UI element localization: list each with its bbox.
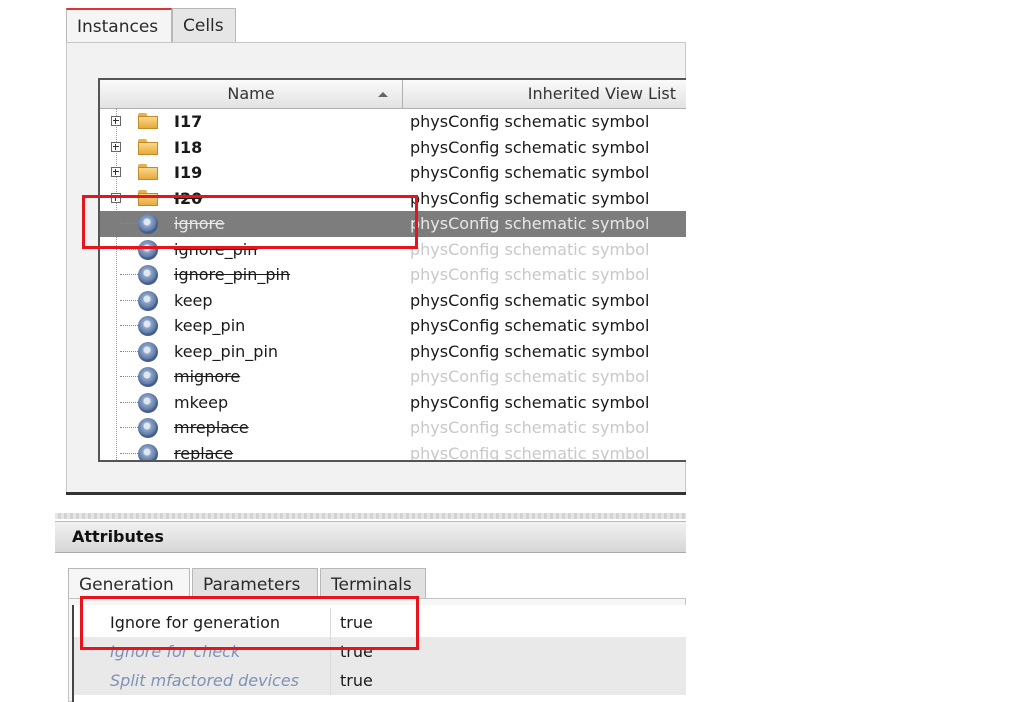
attributes-title: Attributes xyxy=(72,527,164,546)
column-header-name[interactable]: Name xyxy=(100,80,403,108)
tree-branch-line xyxy=(120,376,138,377)
highlight-box-ignore-row xyxy=(82,195,418,249)
table-row[interactable]: mignore physConfig schematic symbol xyxy=(100,364,686,390)
attribute-value[interactable]: true xyxy=(340,666,373,695)
inherited-view-list-cell: physConfig schematic symbol xyxy=(410,265,650,284)
panel-divider xyxy=(66,492,686,495)
inherited-view-list-cell: physConfig schematic symbol xyxy=(410,214,650,233)
column-header-name-label: Name xyxy=(227,84,275,103)
instance-icon xyxy=(138,418,158,438)
instance-name: mkeep xyxy=(174,392,229,412)
tree-branch-line xyxy=(120,401,138,403)
attribute-row[interactable]: Split mfactored devices true xyxy=(74,666,686,695)
column-divider xyxy=(330,666,331,695)
inherited-view-list-cell: physConfig schematic symbol xyxy=(410,163,650,182)
table-row[interactable]: ignore_pin_pin physConfig schematic symbo… xyxy=(100,262,686,288)
column-header-inherited-view-list[interactable]: Inherited View List xyxy=(528,80,676,108)
tree-branch-line xyxy=(120,452,138,454)
instance-name: keep xyxy=(174,290,213,310)
splitter-handle[interactable] xyxy=(55,513,686,519)
table-row[interactable]: keep physConfig schematic symbol xyxy=(100,288,686,314)
inherited-view-list-cell: physConfig schematic symbol xyxy=(410,290,650,310)
expand-plus-icon[interactable] xyxy=(111,141,121,152)
inherited-view-list-cell: physConfig schematic symbol xyxy=(410,188,650,208)
instance-name: mreplace xyxy=(174,418,249,437)
instance-name: keep_pin_pin xyxy=(174,341,279,361)
tab-cells[interactable]: Cells xyxy=(172,8,236,42)
instance-name: mignore xyxy=(174,367,241,386)
highlight-box-ignore-generation xyxy=(80,596,419,650)
sort-ascending-icon xyxy=(378,92,388,97)
instance-tree-table[interactable]: Name Inherited View List I17 physConfig s… xyxy=(98,78,686,462)
instance-icon xyxy=(138,367,158,387)
tree-branch-line xyxy=(120,325,138,326)
table-row[interactable]: mreplace physConfig schematic symbol xyxy=(100,415,686,441)
table-header: Name Inherited View List xyxy=(100,80,686,109)
instance-name: keep_pin xyxy=(174,316,246,335)
table-row[interactable]: replace physConfig schematic symbol xyxy=(100,441,686,462)
attributes-header: Attributes xyxy=(55,521,686,553)
instance-icon xyxy=(138,341,158,362)
inherited-view-list-cell: physConfig schematic symbol xyxy=(410,112,650,131)
inherited-view-list-cell: physConfig schematic symbol xyxy=(410,443,650,462)
instance-icon xyxy=(138,443,158,460)
tree-branch-line xyxy=(120,427,138,428)
expand-plus-icon[interactable] xyxy=(111,167,121,177)
instance-icon xyxy=(138,265,158,285)
table-row[interactable]: I18 physConfig schematic symbol xyxy=(100,135,686,161)
instance-icon xyxy=(138,290,158,311)
folder-icon xyxy=(138,164,158,180)
instance-name: I19 xyxy=(174,163,203,182)
table-row[interactable]: I19 physConfig schematic symbol xyxy=(100,160,686,186)
inherited-view-list-cell: physConfig schematic symbol xyxy=(410,367,650,386)
expand-plus-icon[interactable] xyxy=(111,116,121,126)
table-row[interactable]: keep_pin physConfig schematic symbol xyxy=(100,313,686,339)
instance-name: I17 xyxy=(174,112,203,131)
table-row[interactable]: keep_pin_pin physConfig schematic symbol xyxy=(100,339,686,365)
table-row[interactable]: mkeep physConfig schematic symbol xyxy=(100,390,686,416)
tab-instances[interactable]: Instances xyxy=(66,8,172,45)
table-row[interactable]: I17 physConfig schematic symbol xyxy=(100,109,686,135)
attribute-key: Split mfactored devices xyxy=(110,671,299,690)
tree-branch-line xyxy=(120,274,138,275)
instance-icon xyxy=(138,392,158,413)
instance-name: replace xyxy=(174,443,234,462)
inherited-view-list-cell: physConfig schematic symbol xyxy=(410,137,650,157)
inherited-view-list-cell: physConfig schematic symbol xyxy=(410,316,650,335)
instance-name: ignore_pin_pin xyxy=(174,265,291,284)
tree-branch-line xyxy=(120,299,138,301)
inherited-view-list-cell: physConfig schematic symbol xyxy=(410,341,650,361)
folder-icon xyxy=(138,113,158,129)
inherited-view-list-cell: physConfig schematic symbol xyxy=(410,392,650,412)
instance-icon xyxy=(138,316,158,336)
inherited-view-list-cell: physConfig schematic symbol xyxy=(410,239,650,259)
inherited-view-list-cell: physConfig schematic symbol xyxy=(410,418,650,437)
tree-branch-line xyxy=(120,350,138,352)
folder-icon xyxy=(138,138,158,155)
instance-name: I18 xyxy=(174,137,203,157)
